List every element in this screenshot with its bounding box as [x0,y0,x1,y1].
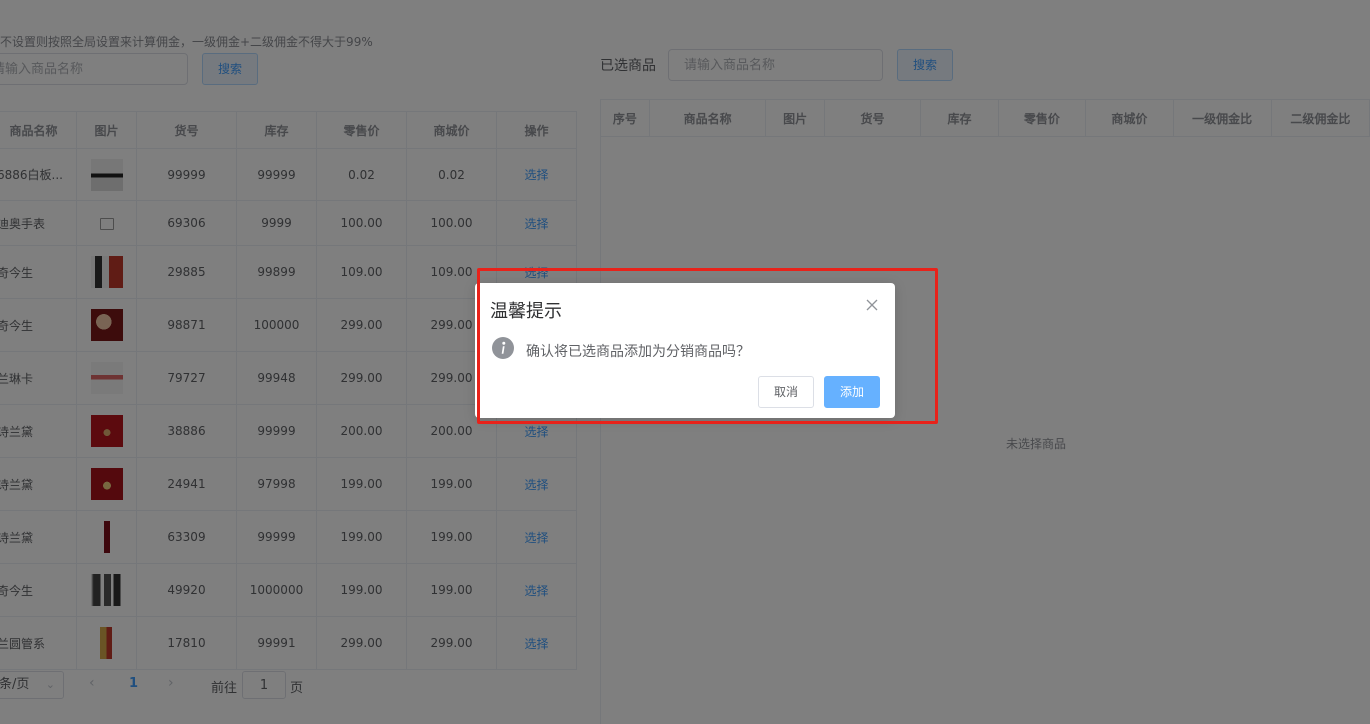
page: 不设置则按照全局设置来计算佣金，一级佣金+二级佣金不得大于99% 搜索 已选商品… [0,0,1370,724]
add-button[interactable]: 添加 [824,376,880,408]
confirm-dialog: 温馨提示 确认将已选商品添加为分销商品吗？ 取消 添加 [475,283,895,418]
info-icon [492,337,514,359]
dialog-message: 确认将已选商品添加为分销商品吗？ [526,344,750,360]
cancel-button[interactable]: 取消 [758,376,814,408]
dialog-title: 温馨提示 [490,301,562,322]
close-icon[interactable] [864,297,880,313]
